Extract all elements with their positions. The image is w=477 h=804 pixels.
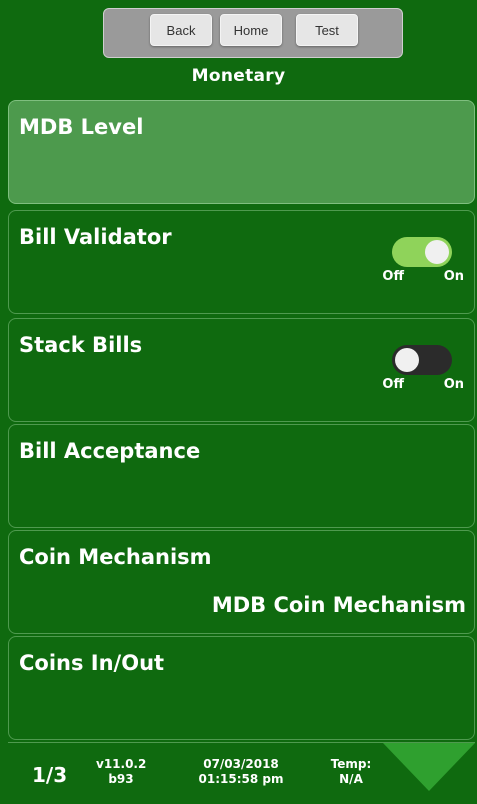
time: 01:15:58 pm: [198, 772, 284, 786]
temp-value: N/A: [339, 772, 363, 786]
menu-item-label: Bill Acceptance: [19, 439, 201, 463]
toggle-off-label: Off: [382, 377, 404, 392]
menu-item-label: Bill Validator: [19, 225, 172, 249]
menu-item-bill-validator[interactable]: Bill Validator Off On: [8, 210, 475, 314]
menu-item-mdb-level[interactable]: MDB Level: [8, 100, 475, 204]
test-button[interactable]: Test: [296, 14, 358, 46]
stack-bills-toggle[interactable]: [392, 345, 452, 375]
temperature: Temp: N/A: [324, 757, 378, 787]
toggle-off-label: Off: [382, 269, 404, 284]
toggle-on-label: On: [443, 377, 464, 392]
menu-item-coin-mechanism[interactable]: Coin Mechanism MDB Coin Mechanism: [8, 530, 475, 634]
menu-item-label: MDB Level: [19, 115, 144, 139]
build-number: b93: [108, 772, 134, 786]
page-title: Monetary: [191, 66, 286, 86]
menu-item-label: Stack Bills: [19, 333, 143, 357]
toggle-on-label: On: [443, 269, 464, 284]
toggle-knob: [425, 240, 449, 264]
datetime: 07/03/2018 01:15:58 pm: [186, 757, 296, 787]
menu-item-value: MDB Coin Mechanism: [211, 593, 466, 617]
version-info: v11.0.2 b93: [96, 757, 146, 787]
menu-item-stack-bills[interactable]: Stack Bills Off On: [8, 318, 475, 422]
home-button[interactable]: Home: [220, 14, 282, 46]
menu-item-label: Coin Mechanism: [19, 545, 212, 569]
back-button[interactable]: Back: [150, 14, 212, 46]
toggle-knob: [395, 348, 419, 372]
menu-item-coins-in-out[interactable]: Coins In/Out: [8, 636, 475, 740]
version-number: v11.0.2: [96, 757, 147, 771]
chevron-down-icon[interactable]: [383, 743, 475, 791]
temp-label: Temp:: [330, 757, 372, 771]
menu-item-bill-acceptance[interactable]: Bill Acceptance: [8, 424, 475, 528]
bill-validator-toggle[interactable]: [392, 237, 452, 267]
status-bar: 1/3 v11.0.2 b93 07/03/2018 01:15:58 pm T…: [8, 742, 475, 801]
menu-item-label: Coins In/Out: [19, 651, 165, 675]
date: 07/03/2018: [203, 757, 279, 771]
page-indicator: 1/3: [32, 763, 68, 787]
